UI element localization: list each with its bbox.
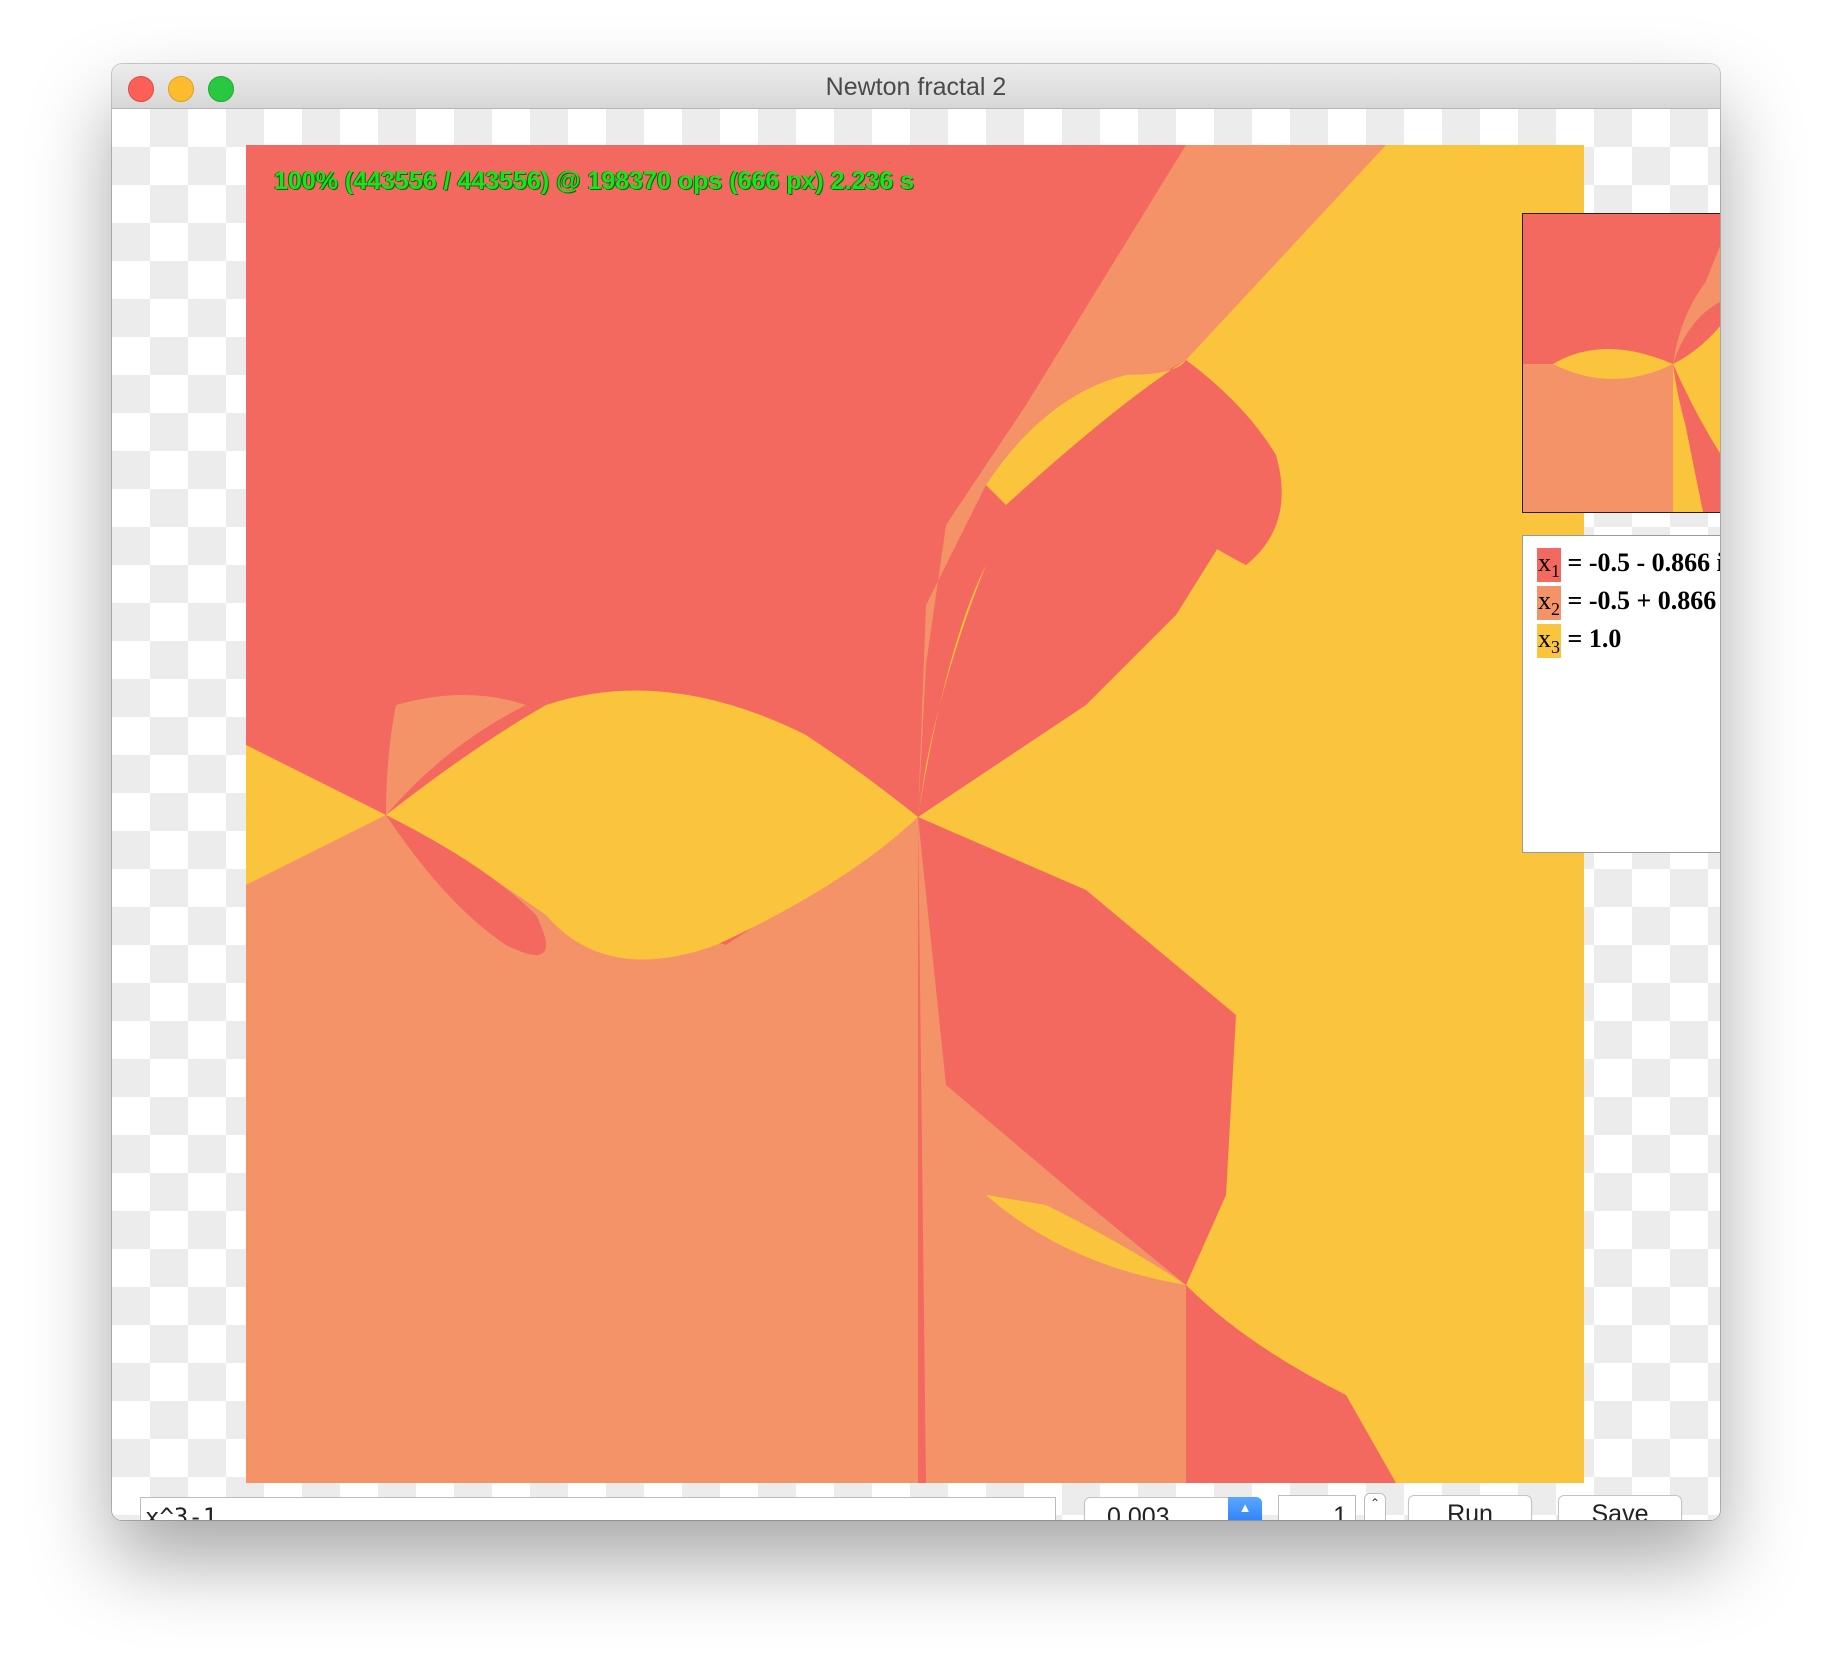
progress-status-text: 100% (443556 / 443556) @ 198370 ops (666… <box>274 167 915 195</box>
canvas-area: 100% (443556 / 443556) @ 198370 ops (666… <box>112 109 1720 1520</box>
legend-row-root3: x3 = 1.0 <box>1523 624 1720 662</box>
tolerance-combobox[interactable]: 0.003 ▲▼ <box>1084 1497 1262 1520</box>
window-title: Newton fractal 2 <box>825 73 1007 101</box>
tolerance-value: 0.003 <box>1107 1503 1170 1520</box>
legend-row-root2: x2 = -0.5 + 0.866 i <box>1523 586 1720 624</box>
fractal-image <box>246 145 1584 1483</box>
roots-legend: x1 = -0.5 - 0.866 i x2 = -0.5 + 0.866 i … <box>1522 535 1720 853</box>
root2-value: = -0.5 + 0.866 i <box>1567 586 1721 615</box>
iterations-input[interactable]: 1 <box>1278 1495 1356 1520</box>
root2-swatch: x2 <box>1537 586 1561 621</box>
root3-swatch: x3 <box>1537 624 1561 659</box>
root3-value: = 1.0 <box>1567 624 1622 653</box>
iterations-stepper-icon[interactable]: ⌃⌄ <box>1364 1493 1386 1520</box>
run-button[interactable]: Run <box>1408 1495 1532 1520</box>
overview-image <box>1523 214 1720 512</box>
root1-swatch: x1 <box>1537 548 1561 583</box>
root1-value: = -0.5 - 0.866 i <box>1567 548 1721 577</box>
fractal-canvas[interactable]: 100% (443556 / 443556) @ 198370 ops (666… <box>246 145 1720 1483</box>
formula-input[interactable] <box>140 1497 1056 1520</box>
app-window: Newton fractal 2 100% (443556 / 443556) … <box>112 64 1720 1520</box>
overview-thumbnail[interactable] <box>1522 213 1720 513</box>
title-bar: Newton fractal 2 <box>112 64 1720 109</box>
save-button[interactable]: Save <box>1558 1495 1682 1520</box>
legend-row-root1: x1 = -0.5 - 0.866 i <box>1523 548 1720 586</box>
chevron-up-down-icon[interactable]: ▲▼ <box>1228 1497 1262 1520</box>
